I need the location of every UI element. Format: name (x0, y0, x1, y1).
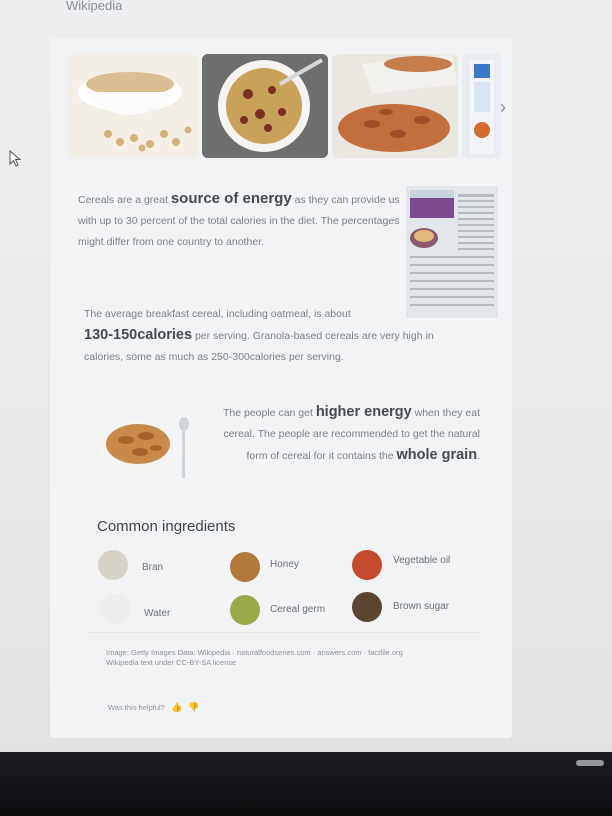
thumbs-down-icon[interactable]: 👎 (188, 702, 199, 713)
license-text[interactable]: Wikipedia text under CC-BY-SA license (106, 658, 446, 668)
water-icon (100, 594, 130, 624)
source-title[interactable]: Wikipedia (66, 0, 122, 13)
image-sources[interactable]: Image: Getty Images Data: Wikipedia · na… (106, 648, 446, 658)
image-carousel (68, 54, 508, 158)
carousel-next-button[interactable]: › (492, 96, 514, 118)
cereal-bowl-with-spoon-image[interactable] (96, 410, 196, 482)
ingredient-label: Honey (270, 559, 299, 570)
higher-energy-paragraph: The people can get higher energy when th… (222, 404, 480, 463)
chevron-right-icon: › (500, 97, 506, 117)
helpful-label: Was this helpful? (108, 703, 165, 712)
ingredient-label: Brown sugar (393, 601, 450, 612)
bran-icon (98, 550, 128, 580)
vegetable-oil-icon (352, 550, 382, 580)
knowledge-panel-card: › Cereals are a great source of energy a… (50, 38, 512, 738)
browser-screen: Wikipedia › Cereals are a great source o… (0, 0, 612, 760)
ingredient-label: Cereal germ (270, 604, 326, 615)
cereal-germ-icon (230, 595, 260, 625)
spilled-cereal-flakes-image[interactable] (332, 54, 458, 158)
brown-sugar-icon (352, 592, 382, 622)
bowl-of-granola-image[interactable] (202, 54, 328, 158)
nutrition-facts-box-image[interactable] (406, 186, 498, 318)
ingredient-label: Vegetable oil (393, 555, 451, 566)
ingredient-label: Bran (142, 562, 164, 573)
ingredient-label: Water (144, 608, 171, 619)
feedback-row: Was this helpful? 👍 👎 (108, 702, 199, 713)
attribution: Image: Getty Images Data: Wikipedia · na… (106, 648, 446, 668)
ingredients-heading: Common ingredients (97, 518, 236, 535)
calories-paragraph: The average breakfast cereal, including … (84, 308, 434, 363)
divider (86, 632, 482, 633)
bowl-of-oat-cereal-image[interactable] (68, 54, 198, 158)
light-glare (576, 760, 604, 766)
energy-paragraph: Cereals are a great source of energy as … (78, 190, 400, 248)
honey-icon (230, 552, 260, 582)
mouse-cursor-icon (9, 150, 22, 167)
monitor-bezel (0, 752, 612, 816)
thumbs-up-icon[interactable]: 👍 (171, 702, 182, 713)
